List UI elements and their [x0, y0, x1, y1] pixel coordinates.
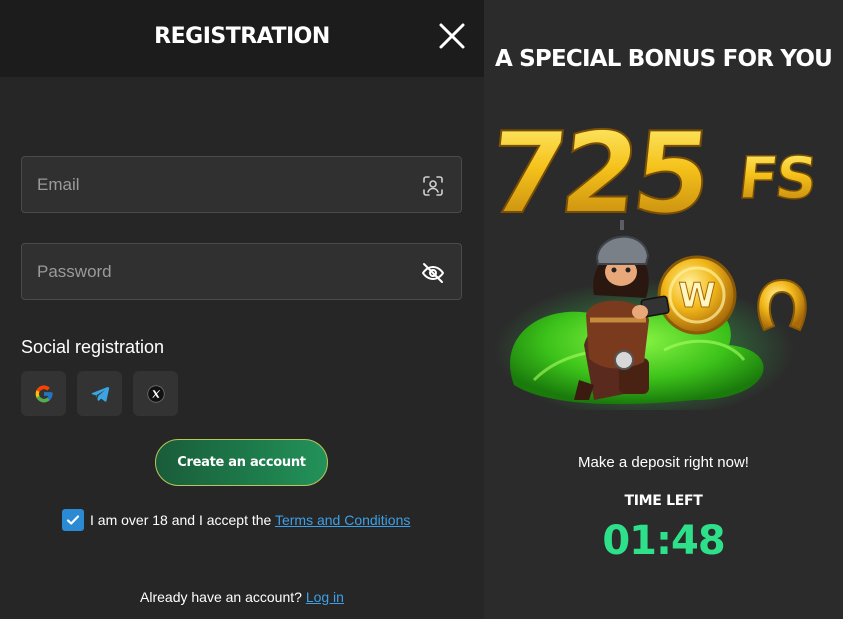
- login-prompt: Already have an account? Log in: [0, 589, 484, 605]
- already-text: Already have an account?: [140, 589, 306, 605]
- telegram-icon: [91, 386, 109, 402]
- create-account-button[interactable]: Create an account: [155, 439, 328, 486]
- email-input[interactable]: [22, 157, 461, 212]
- x-register-button[interactable]: [133, 371, 178, 416]
- bonus-unit: FS: [735, 144, 817, 212]
- google-icon: [35, 385, 52, 402]
- google-register-button[interactable]: [21, 371, 66, 416]
- deposit-text: Make a deposit right now!: [578, 454, 749, 471]
- close-button[interactable]: [438, 22, 466, 50]
- terms-link[interactable]: Terms and Conditions: [275, 512, 410, 528]
- agree-label: I am over 18 and I accept the Terms and …: [90, 512, 410, 528]
- registration-panel: REGISTRATION Social registration: [0, 0, 484, 619]
- user-scan-icon: [423, 176, 443, 196]
- x-icon: [146, 384, 165, 403]
- registration-title: REGISTRATION: [154, 24, 330, 49]
- time-left-label: TIME LEFT: [624, 493, 703, 509]
- agree-checkbox[interactable]: [62, 509, 84, 531]
- bonus-title: A SPECIAL BONUS FOR YOU: [494, 46, 833, 72]
- agree-text: I am over 18 and I accept the: [90, 512, 275, 528]
- bonus-amount: 725: [494, 109, 712, 239]
- registration-header: REGISTRATION: [0, 0, 484, 77]
- social-registration-title: Social registration: [21, 337, 165, 357]
- countdown-timer: 01:48: [602, 518, 725, 564]
- svg-text:W: W: [678, 276, 716, 316]
- bonus-panel: A SPECIAL BONUS FOR YOU 725 FS W Make a …: [484, 0, 843, 619]
- close-icon: [439, 23, 465, 49]
- password-field: [21, 243, 462, 300]
- bonus-illustration: 725 FS W: [494, 108, 818, 410]
- password-input[interactable]: [22, 244, 461, 299]
- age-terms-agreement: I am over 18 and I accept the Terms and …: [62, 509, 410, 531]
- telegram-register-button[interactable]: [77, 371, 122, 416]
- login-link[interactable]: Log in: [306, 589, 344, 605]
- email-field: [21, 156, 462, 213]
- check-icon: [66, 515, 80, 525]
- eye-off-icon[interactable]: [421, 261, 445, 285]
